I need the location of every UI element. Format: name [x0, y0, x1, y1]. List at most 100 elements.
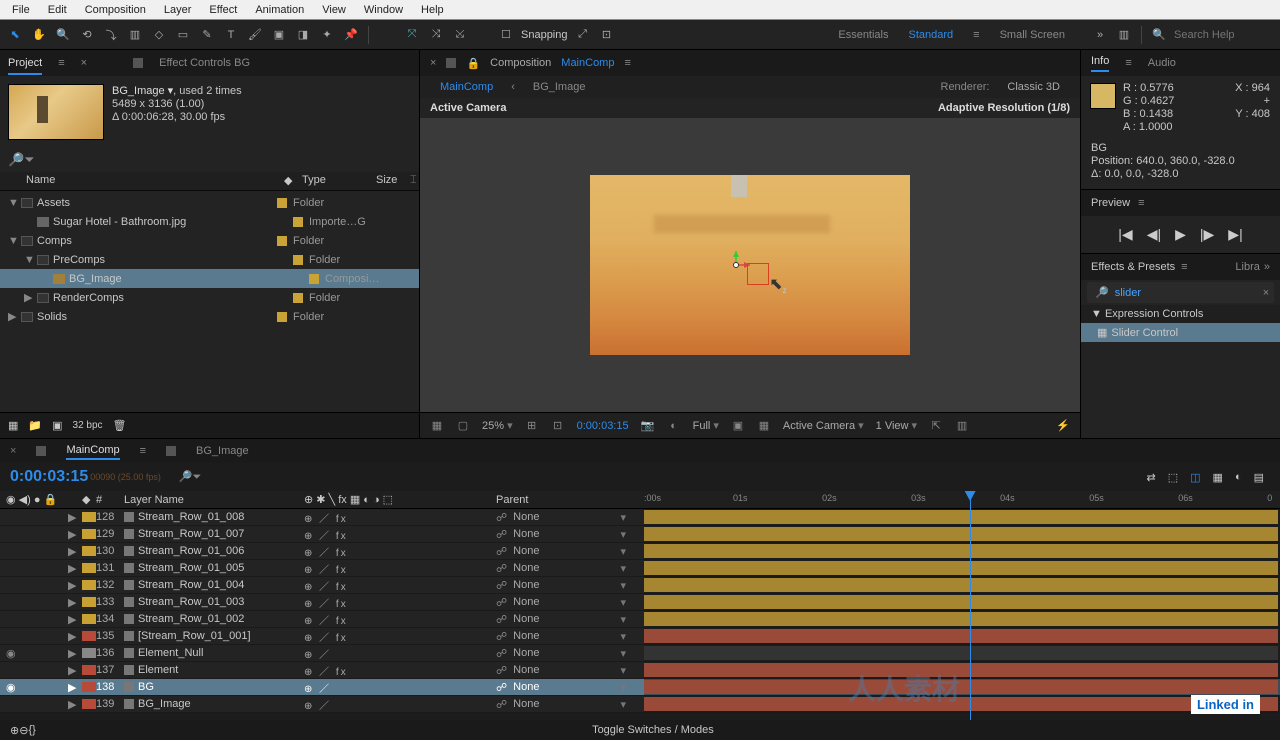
workspace-essentials[interactable]: Essentials	[838, 29, 888, 41]
comp-name[interactable]: MainComp	[561, 57, 614, 69]
res-icon[interactable]: ⊞	[525, 419, 539, 433]
zoom-icon[interactable]: 🔍	[54, 26, 72, 44]
workspace-standard[interactable]: Standard	[909, 29, 954, 41]
channel-icon[interactable]: ◐	[667, 419, 681, 433]
comp-button-icon[interactable]: ⬚	[1168, 471, 1178, 484]
tab-project[interactable]: Project	[8, 53, 42, 73]
play-button[interactable]: ▶	[1175, 226, 1186, 243]
axis-world-icon[interactable]: ⤨	[427, 26, 445, 44]
menu-file[interactable]: File	[4, 2, 38, 18]
layer-row-132[interactable]: ▶132Stream_Row_01_004⊕ ／ fx☍None▾	[0, 577, 644, 594]
zoom-dropdown[interactable]: 25%	[482, 419, 513, 432]
grid-icon[interactable]: ⊡	[551, 419, 565, 433]
selection-box[interactable]	[747, 263, 769, 285]
snap-opt1-icon[interactable]: ⤢	[574, 26, 592, 44]
home-icon[interactable]: ⬉	[6, 26, 24, 44]
roto-icon[interactable]: ✦	[318, 26, 336, 44]
col-index[interactable]: #	[96, 494, 124, 506]
crumb-bgimage[interactable]: BG_Image	[533, 81, 586, 93]
bit-depth[interactable]: 32 bpc	[73, 420, 103, 431]
axis-local-icon[interactable]: ⤧	[403, 26, 421, 44]
search-icon[interactable]: 🔎⏷	[179, 470, 202, 484]
layer-row-135[interactable]: ▶135[Stream_Row_01_001]⊕ ／ fx☍None▾	[0, 628, 644, 645]
zoom-in-icon[interactable]: ⊕	[10, 724, 19, 737]
graph-icon[interactable]: ▤	[1254, 471, 1264, 484]
menu-effect[interactable]: Effect	[201, 2, 245, 18]
prev-frame-button[interactable]: ◀|	[1147, 226, 1161, 243]
shy-icon[interactable]: ⇄	[1147, 471, 1156, 484]
hierarchy-icon[interactable]: ⌶	[410, 174, 417, 187]
lock-icon[interactable]: 🔒	[466, 57, 480, 70]
snap-opt2-icon[interactable]: ⊡	[598, 26, 616, 44]
tab-libraries[interactable]: Libra	[1235, 261, 1259, 273]
tree-item-sugar-hotel-bathroom-jpg[interactable]: Sugar Hotel - Bathroom.jpgImporte…G	[0, 212, 419, 231]
expand-icon[interactable]: {}	[28, 724, 35, 736]
preset-slider-control[interactable]: ▦Slider Control	[1081, 323, 1280, 342]
draft3d-icon[interactable]: ◫	[1190, 471, 1200, 484]
current-timecode[interactable]: 0:00:03:15	[10, 468, 88, 486]
orbit-icon[interactable]: ⟲	[78, 26, 96, 44]
grid2-icon[interactable]: ▦	[757, 419, 771, 433]
layer-row-128[interactable]: ▶128Stream_Row_01_008⊕ ／ fx☍None▾	[0, 509, 644, 526]
snapshot-icon[interactable]: 📷	[641, 419, 655, 433]
timeline-tab-bgimage[interactable]: BG_Image	[196, 445, 249, 457]
col-size[interactable]: Size	[376, 174, 410, 187]
renderer-value[interactable]: Classic 3D	[1007, 81, 1060, 93]
brush-icon[interactable]: 🖌	[246, 26, 264, 44]
tab-effects-presets[interactable]: Effects & Presets	[1091, 261, 1175, 273]
text-icon[interactable]: T	[222, 26, 240, 44]
layer-bars[interactable]	[644, 509, 1280, 720]
crumb-maincomp[interactable]: MainComp	[440, 81, 493, 93]
camera-dropdown[interactable]: Active Camera	[783, 419, 864, 432]
menu-animation[interactable]: Animation	[247, 2, 312, 18]
frame-blend-icon[interactable]: ▦	[1213, 471, 1223, 484]
layer-row-139[interactable]: ▶139BG_Image⊕ ／☍None▾	[0, 696, 644, 713]
camera-icon[interactable]: ▥	[126, 26, 144, 44]
anchor-icon[interactable]: ◇	[150, 26, 168, 44]
col-layername[interactable]: Layer Name	[124, 494, 304, 506]
workspace-smallscreen[interactable]: Small Screen	[1000, 29, 1065, 41]
eraser-icon[interactable]: ◨	[294, 26, 312, 44]
tree-item-assets[interactable]: ▼AssetsFolder	[0, 193, 419, 212]
menu-composition[interactable]: Composition	[77, 2, 154, 18]
roi-icon[interactable]: ▣	[731, 419, 745, 433]
snap-checkbox[interactable]: ☐	[497, 26, 515, 44]
workspace-menu-icon[interactable]: ▥	[1115, 26, 1133, 44]
interpret-icon[interactable]: ▦	[8, 419, 18, 432]
trash-icon[interactable]: 🗑	[113, 419, 127, 432]
new-comp-icon[interactable]: ▣	[52, 419, 62, 432]
layer-row-138[interactable]: ◉▶138BG⊕ ／☍None▾	[0, 679, 644, 696]
transparency-icon[interactable]: ▢	[456, 419, 470, 433]
search-help-input[interactable]	[1174, 29, 1274, 41]
toggle-switches-modes[interactable]: Toggle Switches / Modes	[592, 724, 714, 736]
tree-item-precomps[interactable]: ▼PreCompsFolder	[0, 250, 419, 269]
close-icon[interactable]: ×	[81, 57, 87, 69]
tab-effect-controls[interactable]: Effect Controls BG	[159, 53, 250, 73]
menu-edit[interactable]: Edit	[40, 2, 75, 18]
col-name[interactable]: Name	[26, 174, 284, 187]
layer-row-133[interactable]: ▶133Stream_Row_01_003⊕ ／ fx☍None▾	[0, 594, 644, 611]
last-frame-button[interactable]: ▶|	[1228, 226, 1242, 243]
item-name[interactable]: BG_Image ▾	[112, 85, 173, 97]
pen-icon[interactable]: ✎	[198, 26, 216, 44]
hand-icon[interactable]: ✋	[30, 26, 48, 44]
search-icon[interactable]: 🔎⏷	[8, 152, 35, 168]
menu-help[interactable]: Help	[413, 2, 452, 18]
tree-item-bg-image[interactable]: BG_ImageComposi…	[0, 269, 419, 288]
composition-viewer[interactable]: ⬉z	[420, 118, 1080, 412]
project-tree[interactable]: ▼AssetsFolderSugar Hotel - Bathroom.jpgI…	[0, 191, 419, 412]
layer-row-137[interactable]: ▶137Element⊕ ／ fx☍None▾	[0, 662, 644, 679]
rect-icon[interactable]: ▭	[174, 26, 192, 44]
stamp-icon[interactable]: ▣	[270, 26, 288, 44]
resolution-dropdown[interactable]: Full	[693, 419, 719, 432]
tree-item-rendercomps[interactable]: ▶RenderCompsFolder	[0, 288, 419, 307]
menu-window[interactable]: Window	[356, 2, 411, 18]
pixel-aspect-icon[interactable]: ▥	[955, 419, 969, 433]
time-ruler[interactable]: :00s01s02s03s04s05s06s0	[644, 491, 1280, 509]
playhead[interactable]	[970, 491, 971, 720]
col-parent[interactable]: Parent	[496, 494, 626, 506]
views-dropdown[interactable]: 1 View	[876, 419, 917, 432]
effects-search-input[interactable]	[1115, 287, 1257, 299]
category-expression-controls[interactable]: ▼ Expression Controls	[1081, 305, 1280, 323]
layer-row-130[interactable]: ▶130Stream_Row_01_006⊕ ／ fx☍None▾	[0, 543, 644, 560]
